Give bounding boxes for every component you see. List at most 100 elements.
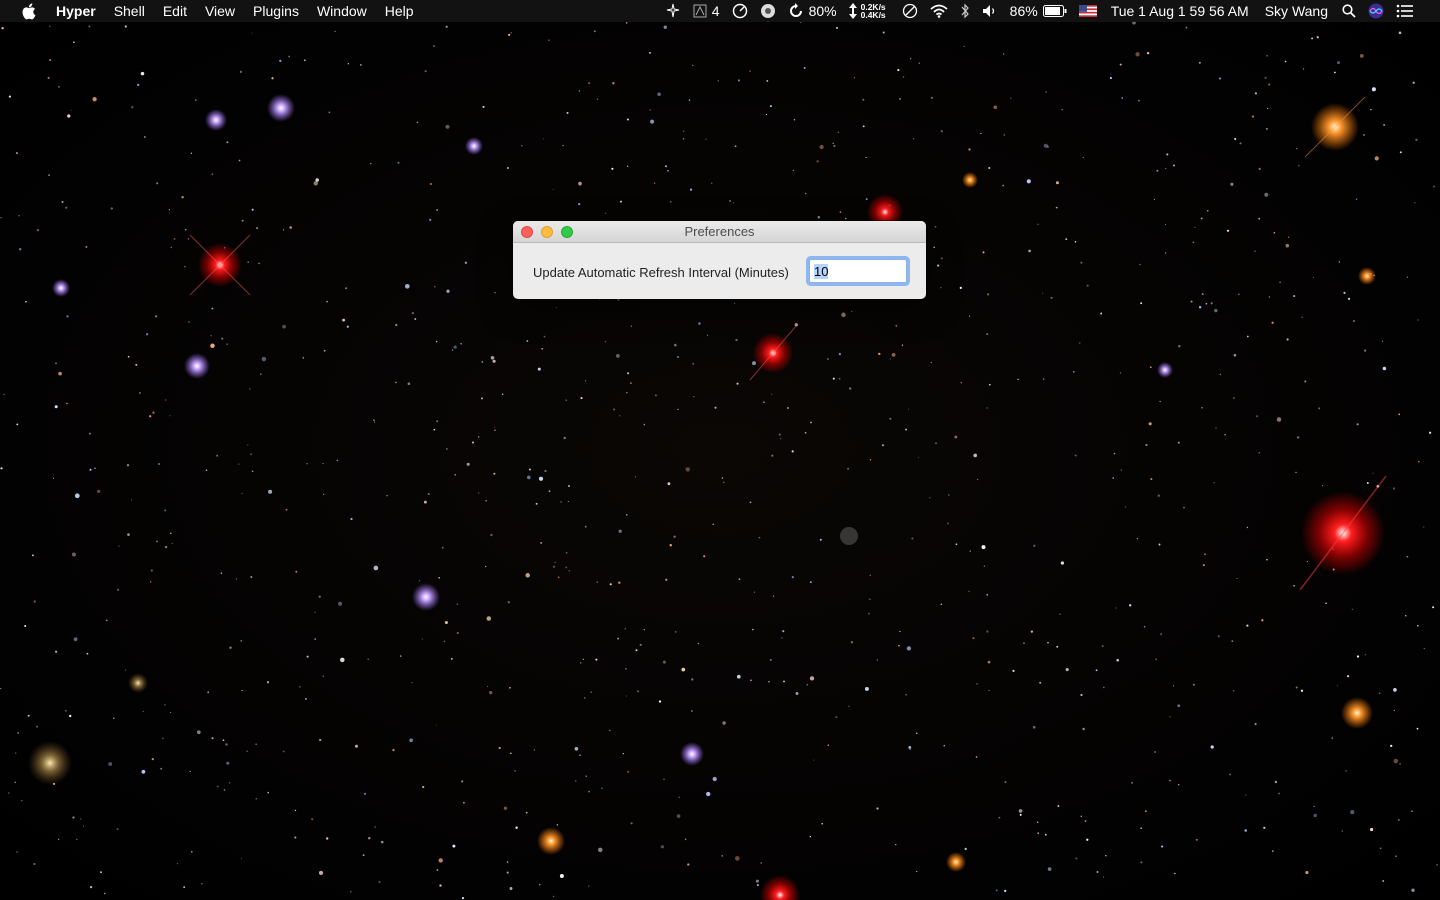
star [898, 97, 902, 101]
star [625, 695, 627, 697]
star [865, 156, 867, 159]
window-titlebar[interactable]: Preferences [513, 221, 926, 243]
star [1146, 51, 1150, 55]
star [560, 501, 562, 503]
star [554, 561, 556, 564]
star [255, 743, 257, 745]
star [1350, 809, 1355, 815]
gauge-icon[interactable] [726, 0, 754, 22]
star [196, 730, 201, 735]
star [1144, 810, 1147, 813]
star [574, 780, 577, 782]
cpu-status[interactable]: 80% [782, 0, 843, 22]
star [897, 69, 900, 72]
star [1313, 813, 1317, 818]
star [1047, 867, 1052, 871]
star [416, 121, 419, 124]
star [367, 658, 370, 661]
net-down-speed: 0.4K/s [860, 10, 886, 20]
menu-bar: Hyper Shell Edit View Plugins Window Hel… [0, 0, 1440, 22]
star [596, 98, 599, 100]
star [540, 541, 543, 544]
camera-aperture-icon[interactable] [754, 0, 782, 22]
menu-app-name[interactable]: Hyper [53, 0, 105, 22]
star [294, 809, 297, 812]
star [184, 266, 186, 268]
refresh-interval-input[interactable] [809, 259, 907, 283]
star [613, 408, 616, 411]
star [565, 551, 568, 554]
star [940, 130, 944, 133]
wifi-icon[interactable] [924, 0, 954, 22]
star [1116, 658, 1120, 662]
menu-help[interactable]: Help [376, 0, 423, 22]
star [654, 394, 657, 397]
star [1321, 485, 1324, 487]
star [976, 478, 979, 481]
star [58, 371, 62, 376]
star [1251, 115, 1255, 118]
star [503, 806, 508, 810]
us-flag-icon[interactable] [1073, 0, 1103, 22]
star [1084, 820, 1087, 822]
apple-icon[interactable] [17, 2, 39, 20]
star [1119, 63, 1122, 66]
user-name[interactable]: Sky Wang [1257, 0, 1336, 22]
star [1276, 417, 1282, 422]
network-status[interactable]: 0.2K/s 0.4K/s [843, 0, 896, 22]
star [753, 591, 756, 593]
star [1140, 861, 1143, 864]
star [588, 82, 591, 85]
star [368, 837, 371, 840]
star [1318, 407, 1321, 410]
star [1074, 454, 1077, 457]
menu-shell[interactable]: Shell [105, 0, 154, 22]
clock-text[interactable]: Tue 1 Aug 1 59 56 AM [1103, 0, 1257, 22]
star [421, 638, 423, 640]
bluetooth-icon[interactable] [954, 0, 976, 22]
star [734, 856, 740, 861]
sparkle-icon[interactable] [659, 0, 687, 22]
star [1226, 229, 1230, 232]
star [913, 138, 915, 140]
star [1195, 838, 1198, 841]
menu-plugins[interactable]: Plugins [244, 0, 308, 22]
star [508, 33, 511, 36]
star [717, 80, 719, 82]
star [150, 569, 153, 572]
clock-circle-icon[interactable] [896, 0, 924, 22]
star [537, 367, 541, 371]
volume-icon[interactable] [976, 0, 1004, 22]
star [116, 828, 119, 831]
star [0, 217, 2, 219]
star [574, 746, 579, 751]
star [1254, 723, 1257, 726]
notification-list-icon[interactable] [1390, 0, 1420, 22]
star [395, 323, 398, 327]
star [698, 322, 701, 325]
star [976, 683, 978, 685]
star [565, 566, 568, 569]
star [247, 444, 249, 446]
star [865, 198, 868, 201]
star [578, 181, 582, 186]
star [1177, 441, 1180, 444]
menu-window[interactable]: Window [308, 0, 376, 22]
display-status[interactable]: 4 [687, 0, 726, 22]
star [323, 493, 325, 495]
star [1417, 460, 1420, 463]
star [1417, 624, 1419, 627]
star [1271, 850, 1274, 853]
search-icon[interactable] [1336, 0, 1362, 22]
star [314, 611, 316, 613]
star [1229, 773, 1232, 776]
menu-view[interactable]: View [196, 0, 244, 22]
siri-icon[interactable] [1362, 0, 1390, 22]
star [481, 360, 484, 363]
star [347, 63, 350, 65]
battery-status[interactable]: 86% [1004, 0, 1073, 22]
menu-edit[interactable]: Edit [154, 0, 196, 22]
star [714, 406, 717, 409]
star [373, 419, 375, 421]
star [1239, 142, 1242, 145]
